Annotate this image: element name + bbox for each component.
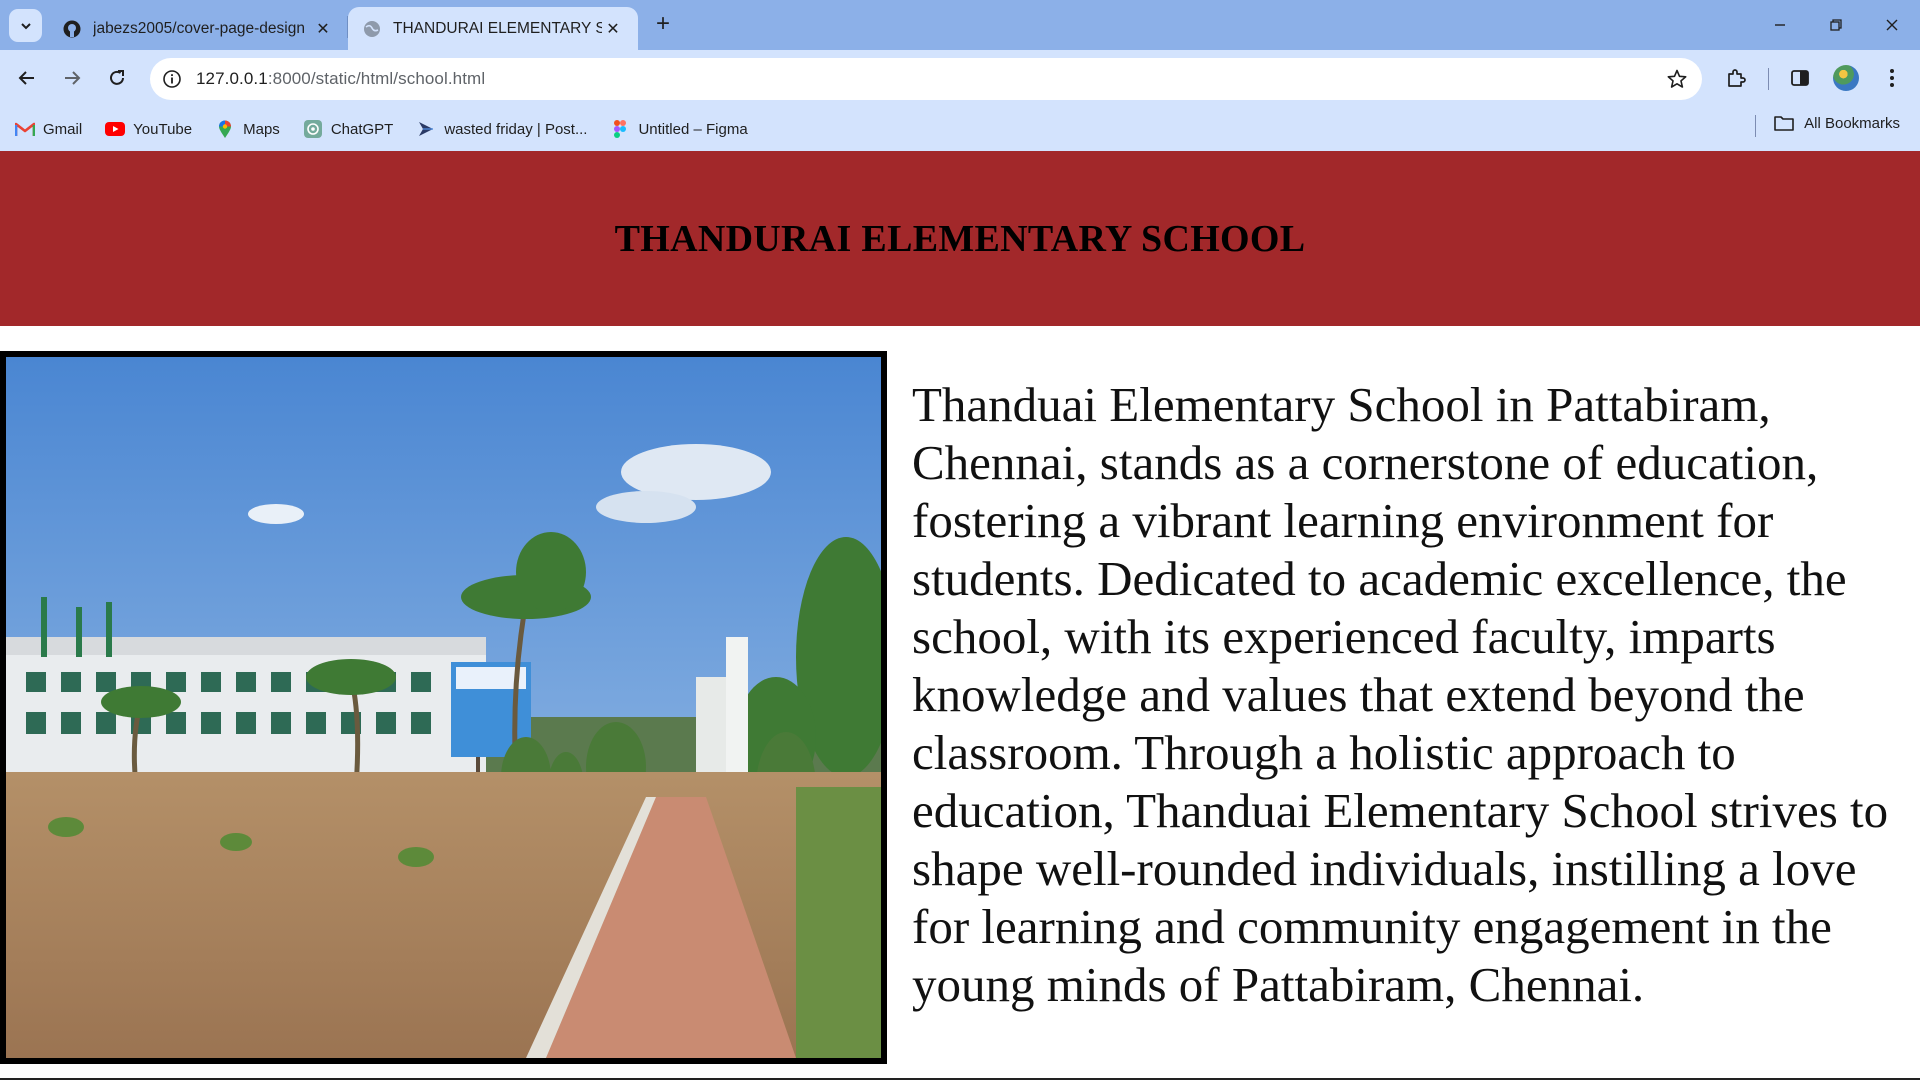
- bookmark-figma[interactable]: Untitled – Figma: [601, 114, 756, 144]
- bookmark-label: wasted friday | Post...: [444, 120, 588, 138]
- bookmark-label: Gmail: [43, 120, 83, 138]
- reload-icon: [110, 70, 124, 85]
- url-path: :8000/static/html/school.html: [267, 69, 486, 88]
- bookmark-chatgpt[interactable]: ChatGPT: [294, 114, 403, 144]
- forward-arrow-icon: [65, 71, 81, 85]
- gmail-icon: [15, 120, 35, 138]
- close-icon[interactable]: ✕: [312, 18, 334, 40]
- folder-icon: [1774, 114, 1796, 132]
- bookmark-maps[interactable]: Maps: [206, 114, 289, 144]
- toolbar-divider: [1768, 68, 1769, 90]
- close-window-icon[interactable]: [1864, 0, 1920, 50]
- reload-button[interactable]: [98, 59, 136, 97]
- side-panel-icon[interactable]: [1781, 59, 1819, 97]
- chatgpt-icon: [303, 120, 323, 138]
- school-photo-illustration: [6, 357, 881, 1058]
- bookmark-label: Maps: [243, 120, 280, 138]
- tab-github[interactable]: jabezs2005/cover-page-design ✕: [48, 7, 348, 50]
- back-button[interactable]: [8, 59, 46, 97]
- forward-button[interactable]: [53, 59, 91, 97]
- site-info-icon[interactable]: [157, 64, 187, 94]
- web-page: THANDURAI ELEMENTARY SCHOOL Thanduai Ele…: [0, 151, 1920, 1080]
- minimize-icon[interactable]: [1752, 0, 1808, 50]
- bookmark-youtube[interactable]: YouTube: [96, 114, 201, 144]
- figma-icon: [610, 120, 630, 138]
- window-controls: [1752, 0, 1920, 50]
- chevron-down-icon: [20, 22, 31, 29]
- restore-icon[interactable]: [1808, 0, 1864, 50]
- menu-kebab-icon[interactable]: [1873, 59, 1911, 97]
- bookmark-label: YouTube: [133, 120, 193, 138]
- back-arrow-icon: [18, 71, 34, 85]
- school-description: Thanduai Elementary School in Pattabiram…: [912, 377, 1889, 1012]
- page-title: THANDURAI ELEMENTARY SCHOOL: [614, 217, 1306, 260]
- all-bookmarks-label: All Bookmarks: [1804, 114, 1900, 132]
- bookmark-postman[interactable]: wasted friday | Post...: [407, 114, 596, 144]
- globe-icon: [362, 19, 382, 39]
- tab-title: jabezs2005/cover-page-design: [93, 19, 305, 37]
- browser-toolbar: 127.0.0.1:8000/static/html/school.html: [0, 50, 1920, 107]
- tab-strip: jabezs2005/cover-page-design ✕ THANDURAI…: [0, 0, 1920, 50]
- new-tab-button[interactable]: +: [650, 12, 676, 38]
- all-bookmarks-button[interactable]: All Bookmarks: [1774, 114, 1900, 132]
- bookmark-star-icon[interactable]: [1662, 64, 1692, 94]
- url-text[interactable]: 127.0.0.1:8000/static/html/school.html: [196, 69, 485, 89]
- bookmark-label: ChatGPT: [330, 120, 394, 138]
- bookmarks-bar: Gmail YouTube Maps ChatGPT wasted friday…: [0, 107, 1920, 151]
- tab-school[interactable]: THANDURAI ELEMENTARY SCHOOL ✕: [348, 7, 638, 50]
- postman-icon: [416, 120, 436, 138]
- profile-avatar[interactable]: [1827, 59, 1865, 97]
- github-icon: [62, 19, 82, 39]
- extensions-icon[interactable]: [1717, 59, 1755, 97]
- tab-search-button[interactable]: [9, 9, 42, 42]
- bookmark-label: Untitled – Figma: [638, 120, 748, 138]
- header-banner: THANDURAI ELEMENTARY SCHOOL: [0, 151, 1920, 326]
- tab-title: THANDURAI ELEMENTARY SCHOOL: [393, 19, 602, 37]
- bookmarks-divider: [1755, 115, 1756, 137]
- avatar: [1833, 65, 1859, 91]
- address-bar[interactable]: 127.0.0.1:8000/static/html/school.html: [150, 58, 1702, 100]
- bookmark-gmail[interactable]: Gmail: [6, 114, 91, 144]
- close-icon[interactable]: ✕: [602, 18, 624, 40]
- school-photo: [0, 351, 887, 1064]
- youtube-icon: [105, 120, 126, 138]
- maps-icon: [215, 120, 235, 138]
- url-host: 127.0.0.1: [196, 69, 268, 88]
